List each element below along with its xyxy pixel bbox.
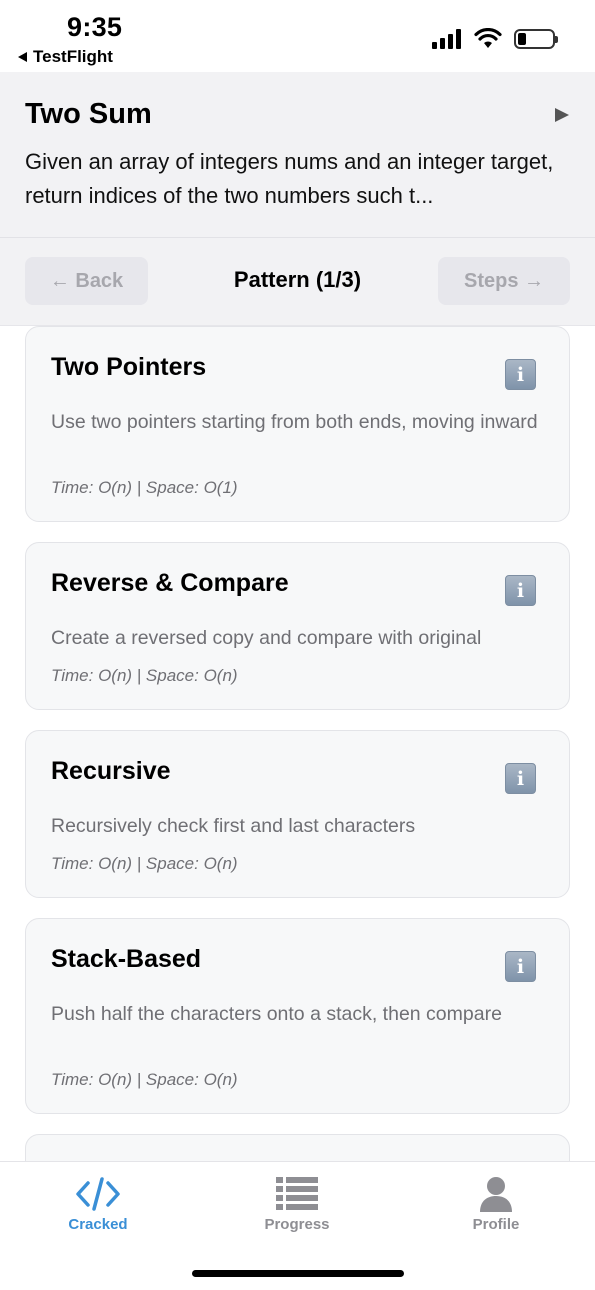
card-title: Recursive [51, 757, 171, 785]
card-complexity: Time: O(n) | Space: O(n) [51, 854, 238, 873]
tab-bar: Cracked Progress Profile [0, 1161, 595, 1290]
card-complexity: Time: O(n) | Space: O(1) [51, 478, 238, 497]
info-icon[interactable]: i [505, 951, 536, 982]
tab-label: Progress [264, 1216, 330, 1233]
play-icon[interactable] [555, 108, 569, 122]
info-icon[interactable]: i [505, 763, 536, 794]
person-icon [480, 1177, 512, 1212]
card-title: Reverse & Compare [51, 569, 289, 597]
card-description: Push half the characters onto a stack, t… [51, 1003, 502, 1025]
tab-progress[interactable]: Progress [237, 1176, 357, 1233]
back-to-testflight-link[interactable]: TestFlight [18, 47, 113, 67]
tab-label: Profile [472, 1216, 520, 1233]
back-app-label: TestFlight [33, 47, 113, 66]
back-triangle-icon [18, 52, 27, 62]
tab-cracked[interactable]: Cracked [38, 1176, 158, 1233]
pattern-card-two-pointers[interactable]: Two Pointers i Use two pointers starting… [25, 326, 570, 522]
status-bar: 9:35 TestFlight [0, 0, 595, 72]
card-complexity: Time: O(n) | Space: O(n) [51, 666, 238, 685]
battery-fill [518, 32, 527, 45]
pattern-nav: ← Back Pattern (1/3) Steps → [0, 238, 595, 326]
status-icons [432, 28, 558, 49]
problem-description: Given an array of integers nums and an i… [25, 149, 554, 208]
card-title: Two Pointers [51, 353, 207, 381]
steps-button[interactable]: Steps → [438, 257, 570, 305]
pattern-card-stack-based[interactable]: Stack-Based i Push half the characters o… [25, 918, 570, 1114]
card-description: Use two pointers starting from both ends… [51, 411, 538, 433]
problem-title: Two Sum [25, 98, 152, 130]
card-title: Stack-Based [51, 945, 202, 973]
home-indicator [192, 1270, 404, 1277]
battery-icon [514, 28, 558, 49]
info-icon[interactable]: i [505, 359, 536, 390]
list-icon [276, 1177, 318, 1210]
tab-label: Cracked [68, 1216, 128, 1233]
pattern-card-recursive[interactable]: Recursive i Recursively check first and … [25, 730, 570, 898]
problem-header: Two Sum Given an array of integers nums … [0, 72, 595, 238]
cellular-signal-icon [432, 28, 461, 49]
info-icon[interactable]: i [505, 575, 536, 606]
card-description: Create a reversed copy and compare with … [51, 627, 482, 649]
pattern-card-partial[interactable] [25, 1134, 570, 1161]
card-description: Recursively check first and last charact… [51, 815, 416, 837]
wifi-icon [474, 28, 502, 48]
tab-profile[interactable]: Profile [436, 1176, 556, 1233]
code-icon [76, 1177, 120, 1211]
card-complexity: Time: O(n) | Space: O(n) [51, 1070, 238, 1089]
status-time: 9:35 [67, 12, 123, 42]
pattern-card-reverse-compare[interactable]: Reverse & Compare i Create a reversed co… [25, 542, 570, 710]
pattern-card-list[interactable]: Two Pointers i Use two pointers starting… [0, 326, 595, 1161]
